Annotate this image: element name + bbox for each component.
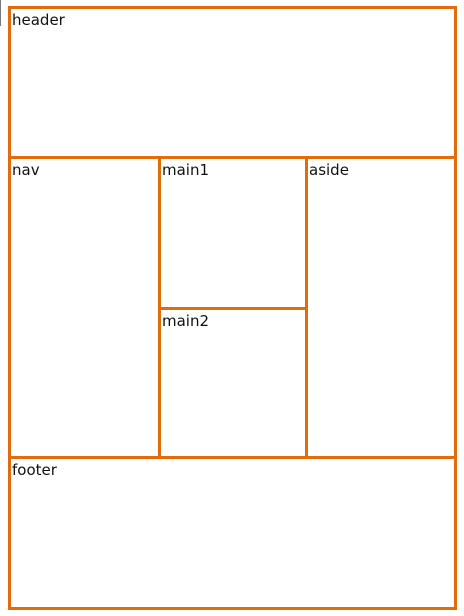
nav-label: nav: [12, 161, 40, 179]
window-edge-divider: [0, 0, 1, 26]
aside-label: aside: [309, 161, 349, 179]
main1-box: main1: [158, 156, 308, 310]
footer-box: footer: [8, 456, 457, 610]
main2-box: main2: [158, 307, 308, 459]
layout-diagram: header nav main1 main2 aside footer: [0, 0, 464, 616]
header-label: header: [12, 11, 65, 29]
header-box: header: [8, 6, 457, 159]
aside-box: aside: [305, 156, 457, 459]
main2-label: main2: [162, 312, 210, 330]
footer-label: footer: [12, 461, 57, 479]
nav-box: nav: [8, 156, 161, 459]
main1-label: main1: [162, 161, 210, 179]
